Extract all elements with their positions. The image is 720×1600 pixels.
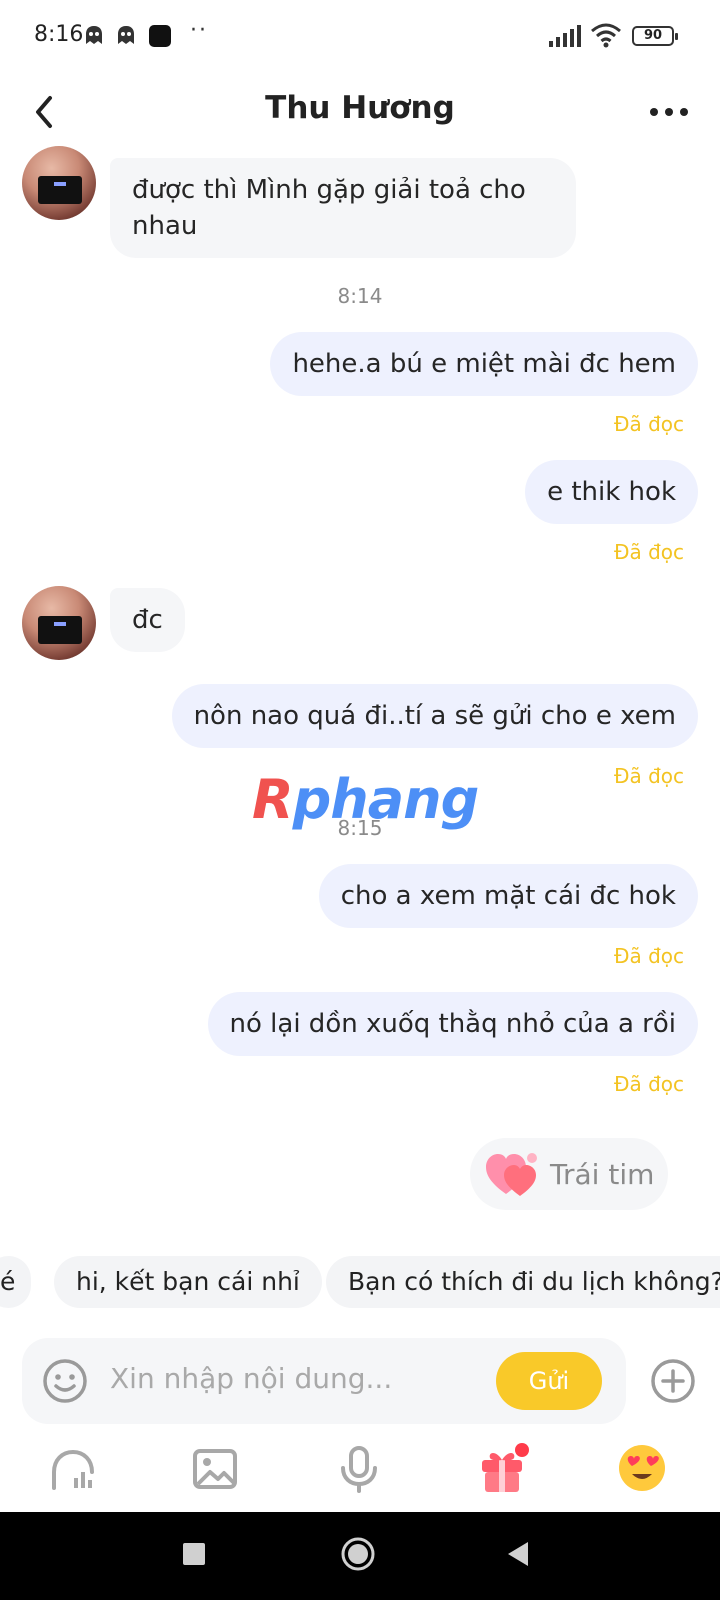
read-status: Đã đọc bbox=[613, 764, 684, 788]
add-attachment-button[interactable] bbox=[650, 1358, 696, 1404]
image-icon[interactable] bbox=[190, 1444, 240, 1494]
read-status: Đã đọc bbox=[613, 540, 684, 564]
message-input[interactable]: Xin nhập nội dung... bbox=[110, 1362, 392, 1395]
outgoing-message[interactable]: cho a xem mặt cái đc hok bbox=[318, 864, 698, 928]
avatar-photo bbox=[38, 616, 82, 644]
outgoing-message[interactable]: nôn nao quá đi..tí a sẽ gửi cho e xem bbox=[171, 684, 698, 748]
status-time: 8:16 bbox=[34, 22, 84, 47]
send-button[interactable]: Gửi bbox=[496, 1352, 602, 1410]
time-separator: 8:14 bbox=[337, 284, 383, 308]
read-status: Đã đọc bbox=[613, 412, 684, 436]
notification-square-icon bbox=[149, 25, 171, 47]
message-composer: Xin nhập nội dung... Gửi bbox=[22, 1338, 626, 1424]
contact-name: Thu Hương bbox=[265, 90, 455, 126]
battery-indicator: 90 bbox=[632, 26, 678, 46]
system-navigation-bar bbox=[0, 1512, 720, 1600]
outgoing-message[interactable]: e thik hok bbox=[525, 460, 698, 524]
chat-header: Thu Hương bbox=[0, 72, 720, 160]
back-nav-icon[interactable] bbox=[506, 1540, 530, 1568]
notification-app-icon bbox=[118, 26, 134, 44]
status-bar: 8:16 ·· 90 bbox=[0, 0, 720, 72]
notification-app-icon bbox=[86, 26, 102, 44]
gift-icon[interactable] bbox=[476, 1440, 532, 1496]
quick-reply-chip[interactable]: é bbox=[0, 1256, 32, 1308]
heart-suggestion-button[interactable]: Trái tim bbox=[470, 1138, 668, 1210]
heart-icon bbox=[486, 1153, 537, 1196]
read-status: Đã đọc bbox=[613, 1072, 684, 1096]
heart-eyes-emoji-icon[interactable] bbox=[614, 1438, 670, 1494]
back-button[interactable] bbox=[22, 88, 70, 136]
heart-suggestion-label: Trái tim bbox=[550, 1158, 655, 1191]
wifi-icon bbox=[591, 23, 621, 48]
contact-avatar[interactable] bbox=[22, 146, 96, 220]
quick-reply-chip[interactable]: hi, kết bạn cái nhỉ bbox=[54, 1256, 322, 1308]
stats-icon[interactable] bbox=[48, 1444, 98, 1494]
home-icon[interactable] bbox=[340, 1536, 376, 1572]
avatar-photo bbox=[38, 176, 82, 204]
more-notifications-icon: ·· bbox=[190, 18, 208, 43]
signal-icon bbox=[549, 25, 581, 47]
read-status: Đã đọc bbox=[613, 944, 684, 968]
more-options-button[interactable] bbox=[644, 92, 694, 132]
time-separator: 8:15 bbox=[337, 816, 383, 840]
recent-apps-icon[interactable] bbox=[182, 1542, 206, 1566]
outgoing-message[interactable]: nó lại dồn xuốq thằq nhỏ của a rồi bbox=[207, 992, 698, 1056]
incoming-message[interactable]: được thì Mình gặp giải toả cho nhau bbox=[110, 158, 576, 258]
emoji-button[interactable] bbox=[42, 1358, 88, 1404]
outgoing-message[interactable]: hehe.a bú e miệt mài đc hem bbox=[270, 332, 698, 396]
microphone-icon[interactable] bbox=[334, 1444, 384, 1494]
incoming-message[interactable]: đc bbox=[110, 588, 185, 652]
quick-reply-chip[interactable]: Bạn có thích đi du lịch không? bbox=[326, 1256, 720, 1308]
contact-avatar[interactable] bbox=[22, 586, 96, 660]
